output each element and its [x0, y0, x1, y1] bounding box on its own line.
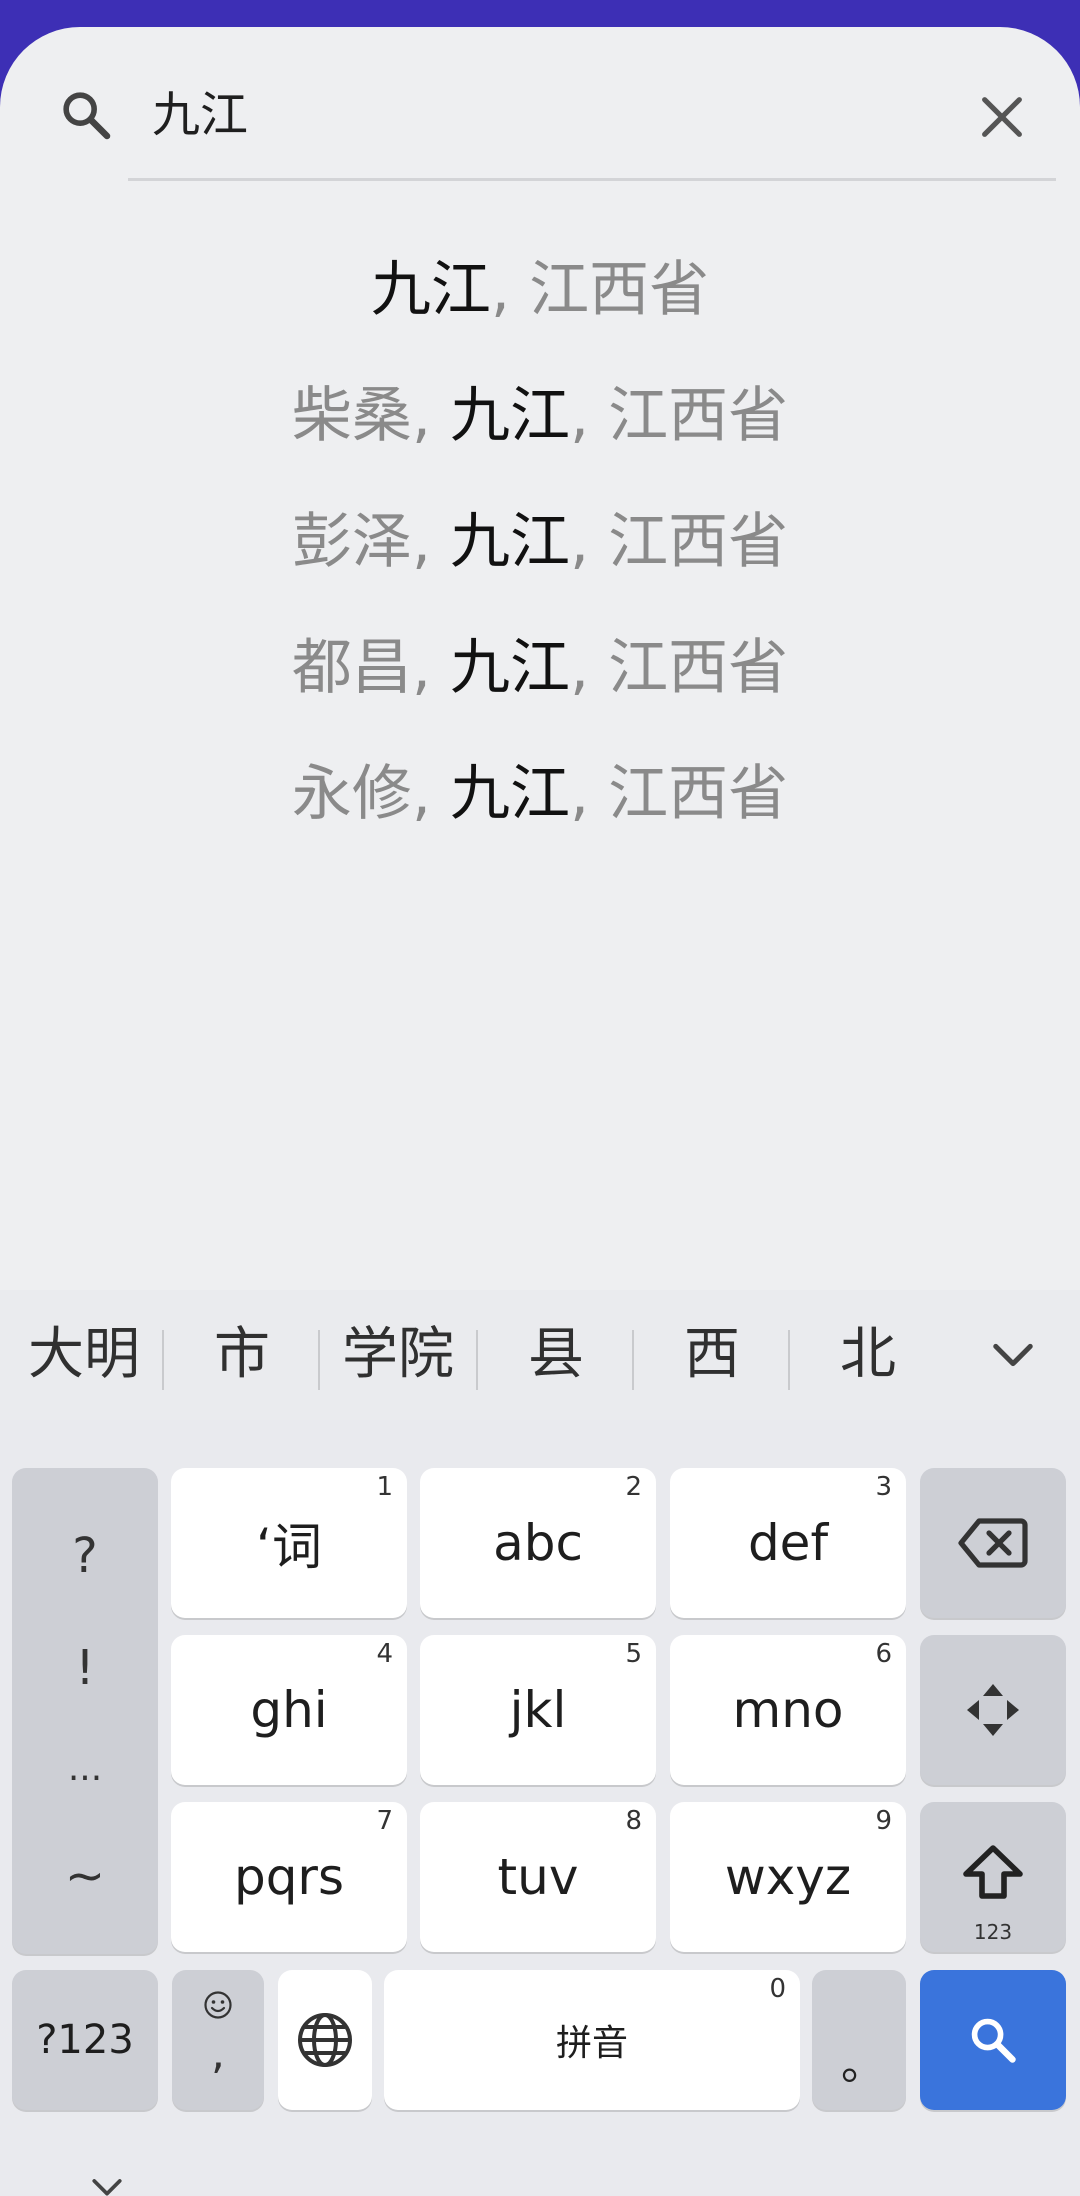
question-symbol[interactable]: ?	[12, 1528, 158, 1584]
result-prefix: 永修,	[291, 759, 450, 829]
key-number: 1	[376, 1472, 393, 1502]
search-sheet: 九江 九江, 江西省 柴桑, 九江, 江西省 彭泽, 九江, 江西省 都昌, 九…	[0, 27, 1080, 2196]
result-suffix: , 江西省	[570, 633, 789, 703]
result-suffix: , 江西省	[570, 381, 789, 451]
key-label: pqrs	[233, 1848, 345, 1906]
key-number: 5	[625, 1639, 642, 1669]
search-action-key[interactable]	[920, 1970, 1066, 2110]
backspace-icon	[958, 1518, 1028, 1568]
key-number: 9	[875, 1806, 892, 1836]
result-suffix: , 江西省	[570, 759, 789, 829]
results-list: 九江, 江西省 柴桑, 九江, 江西省 彭泽, 九江, 江西省 都昌, 九江, …	[0, 227, 1080, 857]
hide-keyboard-icon[interactable]	[90, 2175, 124, 2196]
key-number: 3	[875, 1472, 892, 1502]
key-label: mno	[732, 1681, 844, 1739]
symbol-column-key[interactable]: ? ! ... ~	[12, 1468, 158, 1954]
key-label: abc	[493, 1514, 583, 1572]
key-label: tuv	[497, 1848, 579, 1906]
key-2[interactable]: 2 abc	[420, 1468, 656, 1618]
comma-label: ,	[211, 2028, 225, 2079]
language-key[interactable]	[278, 1970, 372, 2110]
candidate-item[interactable]: 学院	[320, 1290, 476, 1420]
key-label: jkl	[509, 1681, 567, 1739]
period-label: 。	[841, 2039, 885, 2090]
key-number: 7	[376, 1806, 393, 1836]
result-prefix: 彭泽,	[291, 507, 450, 577]
period-key[interactable]: 。	[812, 1970, 906, 2110]
search-input[interactable]: 九江	[152, 85, 248, 145]
search-bar: 九江	[0, 27, 1080, 187]
key-label: ghi	[250, 1681, 328, 1739]
result-match: 九江	[450, 759, 570, 829]
exclamation-symbol[interactable]: !	[12, 1640, 158, 1696]
key-5[interactable]: 5 jkl	[420, 1635, 656, 1785]
tilde-symbol[interactable]: ~	[12, 1848, 158, 1904]
key-label: wxyz	[724, 1848, 852, 1906]
key-9[interactable]: 9 wxyz	[670, 1802, 906, 1952]
symbols-key[interactable]: ?123	[12, 1970, 158, 2110]
key-8[interactable]: 8 tuv	[420, 1802, 656, 1952]
close-icon[interactable]	[976, 91, 1028, 143]
search-icon[interactable]	[58, 87, 114, 143]
emoji-comma-key[interactable]: ,	[172, 1970, 264, 2110]
key-3[interactable]: 3 def	[670, 1468, 906, 1618]
result-item[interactable]: 永修, 九江, 江西省	[0, 731, 1080, 857]
result-suffix: , 江西省	[490, 255, 710, 325]
result-item[interactable]: 柴桑, 九江, 江西省	[0, 353, 1080, 479]
candidate-item[interactable]: 县	[478, 1290, 634, 1420]
result-item[interactable]: 彭泽, 九江, 江西省	[0, 479, 1080, 605]
shift-sub-label: 123	[973, 1920, 1013, 1944]
cursor-arrows-icon	[967, 1684, 1019, 1736]
result-prefix: 都昌,	[291, 633, 450, 703]
key-number: 4	[376, 1639, 393, 1669]
candidate-item[interactable]: 市	[164, 1290, 320, 1420]
search-underline	[128, 178, 1056, 181]
result-item[interactable]: 都昌, 九江, 江西省	[0, 605, 1080, 731]
space-key-label: 拼音	[555, 2023, 628, 2064]
key-4[interactable]: 4 ghi	[171, 1635, 407, 1785]
globe-icon	[298, 2013, 352, 2067]
search-icon	[971, 2018, 1016, 2063]
space-key[interactable]: 0 拼音	[384, 1970, 800, 2110]
symbols-key-label: ?123	[36, 2017, 134, 2063]
result-match: 九江	[450, 633, 570, 703]
shift-key[interactable]: 123	[920, 1802, 1066, 1952]
backspace-key[interactable]	[920, 1468, 1066, 1618]
cursor-move-key[interactable]	[920, 1635, 1066, 1785]
space-key-number: 0	[769, 1974, 786, 2004]
expand-candidates-icon[interactable]	[990, 1336, 1036, 1376]
result-match: 九江	[370, 255, 491, 325]
candidate-item[interactable]: 大明	[10, 1290, 158, 1420]
candidate-bar: 大明 市 学院 县 西 北	[0, 1290, 1080, 1420]
candidate-item[interactable]: 西	[634, 1290, 790, 1420]
key-1[interactable]: 1 ‘词	[171, 1468, 407, 1618]
key-label: def	[747, 1514, 829, 1572]
key-label: ‘词	[256, 1518, 322, 1576]
result-match: 九江	[450, 381, 570, 451]
shift-arrow-icon	[963, 1845, 1023, 1899]
key-7[interactable]: 7 pqrs	[171, 1802, 407, 1952]
result-item[interactable]: 九江, 江西省	[0, 227, 1080, 353]
candidate-item[interactable]: 北	[790, 1290, 946, 1420]
keyboard: ? ! ... ~ 1 ‘词 2 abc 3 def 4 ghi 5 jkl 6…	[0, 1420, 1080, 2196]
smiley-icon	[204, 1991, 232, 2019]
result-prefix: 柴桑,	[291, 381, 450, 451]
result-suffix: , 江西省	[570, 507, 789, 577]
result-match: 九江	[450, 507, 570, 577]
key-number: 2	[625, 1472, 642, 1502]
key-6[interactable]: 6 mno	[670, 1635, 906, 1785]
key-number: 8	[625, 1806, 642, 1836]
ellipsis-symbol[interactable]: ...	[12, 1748, 158, 1789]
key-number: 6	[875, 1639, 892, 1669]
